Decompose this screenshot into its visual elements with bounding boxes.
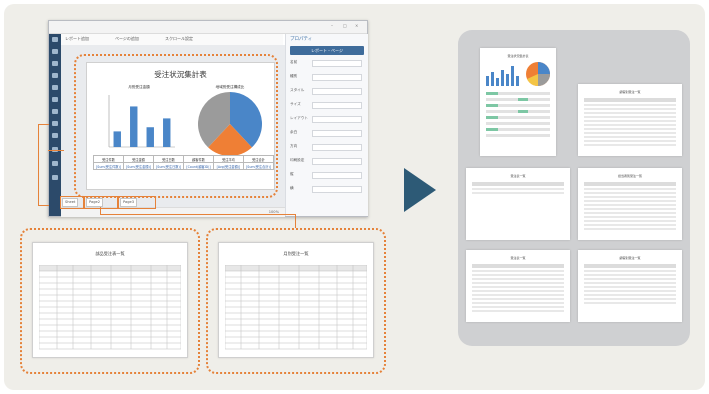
tab-highlight xyxy=(118,196,156,209)
selected-object[interactable]: レポート・ページ xyxy=(290,46,364,55)
prop-label: 名前 xyxy=(290,60,298,64)
report-highlight xyxy=(74,54,278,198)
output-page-thumbnail[interactable]: 受注状況集計表 xyxy=(480,48,556,156)
prop-field[interactable] xyxy=(312,116,362,123)
navigation-rail xyxy=(49,21,61,216)
layer-icon[interactable] xyxy=(52,121,58,126)
report-icon[interactable] xyxy=(52,49,58,54)
thumbnail-title: 顧客別受注一覧 xyxy=(619,256,641,260)
output-page-thumbnail[interactable]: 受注表一覧 xyxy=(466,168,570,240)
sub-report-page[interactable]: 部品受注表一覧 xyxy=(32,242,188,358)
thumbnail-content xyxy=(584,182,676,230)
output-page-thumbnail[interactable]: 受注表一覧 xyxy=(466,250,570,322)
prop-label: 種別 xyxy=(290,74,298,78)
parameter-icon[interactable] xyxy=(52,97,58,102)
properties-header: プロパティ xyxy=(290,37,313,42)
prop-label: 印刷設定 xyxy=(290,158,305,162)
pie-icon[interactable] xyxy=(52,161,58,166)
sub-report-title: 月別受注一覧 xyxy=(283,251,309,256)
prop-label: 余白 xyxy=(290,130,298,134)
style-icon[interactable] xyxy=(52,109,58,114)
output-page-thumbnail[interactable]: 顧客別受注一覧 xyxy=(578,84,682,156)
chart-icon[interactable] xyxy=(52,61,58,66)
title-bar: – □ × xyxy=(49,21,367,34)
add-report-button[interactable]: レポート追加 xyxy=(65,36,89,42)
prop-field[interactable] xyxy=(312,158,362,165)
sub-report-icon[interactable] xyxy=(52,133,58,138)
thumbnail-content xyxy=(584,98,676,146)
help-icon[interactable] xyxy=(52,175,58,180)
grid-table xyxy=(225,265,367,350)
thumbnail-content xyxy=(486,62,550,137)
arrow-right-icon xyxy=(404,168,436,212)
prop-label: サイズ xyxy=(290,102,301,106)
thumbnail-title: 受注表一覧 xyxy=(510,174,526,178)
thumbnail-title: 顧客別受注一覧 xyxy=(619,90,641,94)
prop-label: 方向 xyxy=(290,144,298,148)
prop-label: 横 xyxy=(290,186,294,190)
prop-field[interactable] xyxy=(312,102,362,109)
prop-field[interactable] xyxy=(312,88,362,95)
tab-highlight xyxy=(60,196,84,209)
prop-field[interactable] xyxy=(312,130,362,137)
thumbnail-content xyxy=(472,182,564,194)
thumbnail-title: 受注状況集計表 xyxy=(507,54,529,58)
prop-label: スタイル xyxy=(290,88,305,92)
table-icon[interactable] xyxy=(52,73,58,78)
output-page-thumbnail[interactable]: 担当者別受注一覧 xyxy=(578,168,682,240)
sub-report-page[interactable]: 月別受注一覧 xyxy=(218,242,374,358)
prop-field[interactable] xyxy=(312,60,362,67)
thumbnail-title: 担当者別受注一覧 xyxy=(617,174,642,178)
tab-highlight xyxy=(84,196,118,209)
data-icon[interactable] xyxy=(52,85,58,90)
thumbnail-content xyxy=(584,264,676,304)
output-page-thumbnail[interactable]: 顧客別受注一覧 xyxy=(578,250,682,322)
nav-highlight xyxy=(38,124,49,206)
thumbnail-content xyxy=(472,264,564,312)
grid-table xyxy=(39,265,181,350)
close-icon[interactable]: × xyxy=(355,23,358,28)
prop-field[interactable] xyxy=(312,74,362,81)
add-page-button[interactable]: ページの追加 xyxy=(115,36,139,42)
properties-panel: プロパティ レポート・ページ 名前 種別 スタイル サイズ レイアウト 余白 方… xyxy=(285,34,368,216)
prop-field[interactable] xyxy=(312,186,362,193)
connector-line xyxy=(100,214,296,215)
thumbnail-title: 受注表一覧 xyxy=(510,256,526,260)
prop-label: 縦 xyxy=(290,172,294,176)
connector-line xyxy=(295,214,296,228)
prop-label: レイアウト xyxy=(290,116,308,120)
minimize-icon[interactable]: – xyxy=(331,23,333,28)
prop-field[interactable] xyxy=(312,144,362,151)
sub-report-title: 部品受注表一覧 xyxy=(95,251,125,256)
prop-field[interactable] xyxy=(312,172,362,179)
connector-line xyxy=(48,150,64,151)
maximize-icon[interactable]: □ xyxy=(343,23,347,28)
scroll-settings-button[interactable]: スクロール設定 xyxy=(165,36,193,42)
menu-icon[interactable] xyxy=(52,37,58,42)
